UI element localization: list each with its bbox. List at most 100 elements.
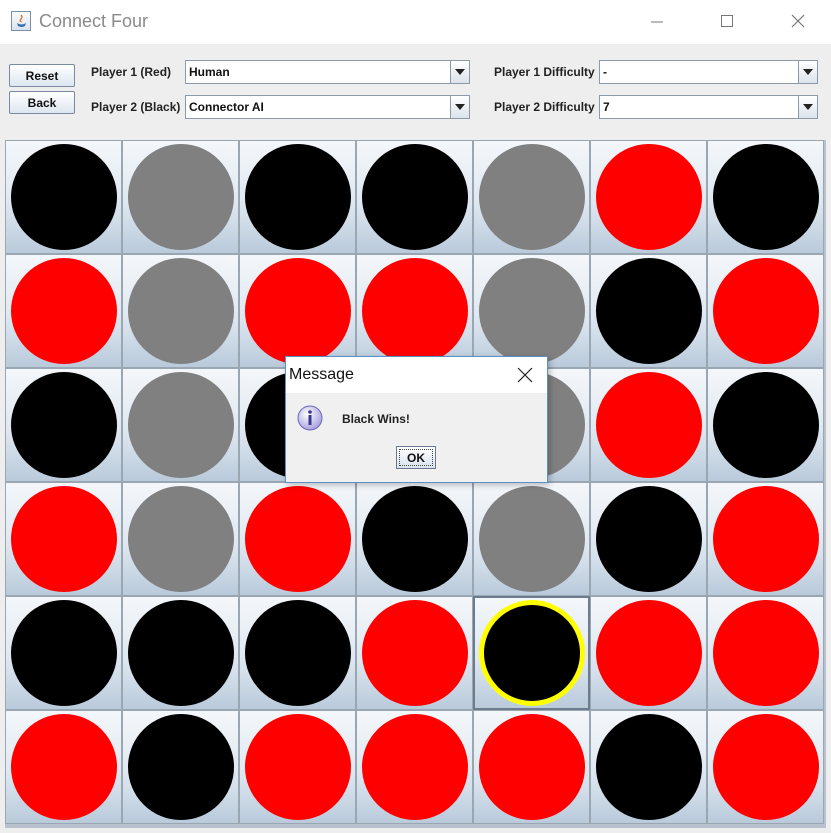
board-cell[interactable] <box>356 710 473 824</box>
black-disc <box>595 714 702 820</box>
window-title: Connect Four <box>39 11 149 31</box>
player2-select[interactable]: Connector AI <box>185 95 470 119</box>
close-button[interactable] <box>775 0 821 44</box>
board-cell[interactable] <box>5 254 122 368</box>
board-cell[interactable] <box>707 140 824 254</box>
board-cell[interactable] <box>5 482 122 596</box>
red-disc <box>595 372 702 478</box>
red-disc <box>712 258 819 364</box>
black-disc <box>244 600 351 706</box>
red-disc <box>595 600 702 706</box>
board-cell[interactable] <box>5 596 122 710</box>
black-disc <box>478 600 585 706</box>
board-cell[interactable] <box>473 710 590 824</box>
board-cell[interactable] <box>122 140 239 254</box>
chevron-down-icon[interactable] <box>450 96 469 118</box>
red-disc <box>712 600 819 706</box>
black-disc <box>712 372 819 478</box>
info-icon <box>296 404 324 436</box>
player2-difficulty-value: 7 <box>603 100 610 114</box>
title-bar: Connect Four <box>0 0 831 44</box>
red-disc <box>10 714 117 820</box>
board-cell[interactable] <box>707 254 824 368</box>
chevron-down-icon[interactable] <box>798 96 817 118</box>
player1-value: Human <box>189 65 230 79</box>
gray-disc <box>127 486 234 592</box>
black-disc <box>595 486 702 592</box>
board-cell[interactable] <box>707 596 824 710</box>
black-disc <box>10 600 117 706</box>
board-cell[interactable] <box>122 482 239 596</box>
gray-disc <box>478 258 585 364</box>
black-disc <box>127 600 234 706</box>
board-cell[interactable] <box>473 140 590 254</box>
player1-difficulty-select[interactable]: - <box>599 60 818 84</box>
board-cell[interactable] <box>590 254 707 368</box>
dialog-message: Black Wins! <box>342 412 410 426</box>
board-cell[interactable] <box>356 140 473 254</box>
black-disc <box>595 258 702 364</box>
reset-button[interactable]: Reset <box>9 64 75 87</box>
player2-difficulty-select[interactable]: 7 <box>599 95 818 119</box>
board-cell[interactable] <box>239 710 356 824</box>
red-disc <box>712 486 819 592</box>
gray-disc <box>127 372 234 478</box>
board-cell[interactable] <box>590 596 707 710</box>
board-cell[interactable] <box>5 710 122 824</box>
player1-difficulty-value: - <box>603 65 607 79</box>
minimize-button[interactable] <box>634 0 680 44</box>
gray-disc <box>127 258 234 364</box>
board-cell[interactable] <box>239 482 356 596</box>
player1-label: Player 1 (Red) <box>91 65 172 79</box>
red-disc <box>10 486 117 592</box>
gray-disc <box>478 486 585 592</box>
board-cell[interactable] <box>5 368 122 482</box>
black-disc <box>244 144 351 250</box>
board-cell[interactable] <box>122 254 239 368</box>
java-app-icon <box>11 11 31 31</box>
board-cell[interactable] <box>239 254 356 368</box>
player2-difficulty-label: Player 2 Difficulty <box>494 100 595 114</box>
player1-select[interactable]: Human <box>185 60 470 84</box>
black-disc <box>361 144 468 250</box>
board-cell[interactable] <box>356 482 473 596</box>
player2-value: Connector AI <box>189 100 264 114</box>
board-cell[interactable] <box>473 596 590 710</box>
board-cell[interactable] <box>5 140 122 254</box>
board-cell[interactable] <box>707 710 824 824</box>
red-disc <box>712 714 819 820</box>
board-cell[interactable] <box>239 140 356 254</box>
gray-disc <box>478 144 585 250</box>
red-disc <box>478 714 585 820</box>
red-disc <box>361 258 468 364</box>
red-disc <box>595 144 702 250</box>
chevron-down-icon[interactable] <box>798 61 817 83</box>
dialog-title: Message <box>289 366 354 383</box>
board-cell[interactable] <box>590 140 707 254</box>
message-dialog: Message Black Wins! OK <box>285 356 548 483</box>
board-cell[interactable] <box>590 710 707 824</box>
back-button[interactable]: Back <box>9 91 75 114</box>
board-cell[interactable] <box>122 710 239 824</box>
board-cell[interactable] <box>122 596 239 710</box>
player1-difficulty-label: Player 1 Difficulty <box>494 65 595 79</box>
black-disc <box>361 486 468 592</box>
board-cell[interactable] <box>122 368 239 482</box>
board-cell[interactable] <box>590 482 707 596</box>
maximize-button[interactable] <box>704 0 750 44</box>
board-cell[interactable] <box>239 596 356 710</box>
board-cell[interactable] <box>356 596 473 710</box>
board-cell[interactable] <box>473 254 590 368</box>
chevron-down-icon[interactable] <box>450 61 469 83</box>
red-disc <box>361 714 468 820</box>
red-disc <box>361 600 468 706</box>
board-cell[interactable] <box>473 482 590 596</box>
dialog-close-button[interactable] <box>501 357 547 393</box>
board-cell[interactable] <box>707 482 824 596</box>
board-cell[interactable] <box>707 368 824 482</box>
board-cell[interactable] <box>590 368 707 482</box>
ok-button[interactable]: OK <box>396 446 436 469</box>
board-cell[interactable] <box>356 254 473 368</box>
black-disc <box>127 714 234 820</box>
red-disc <box>10 258 117 364</box>
